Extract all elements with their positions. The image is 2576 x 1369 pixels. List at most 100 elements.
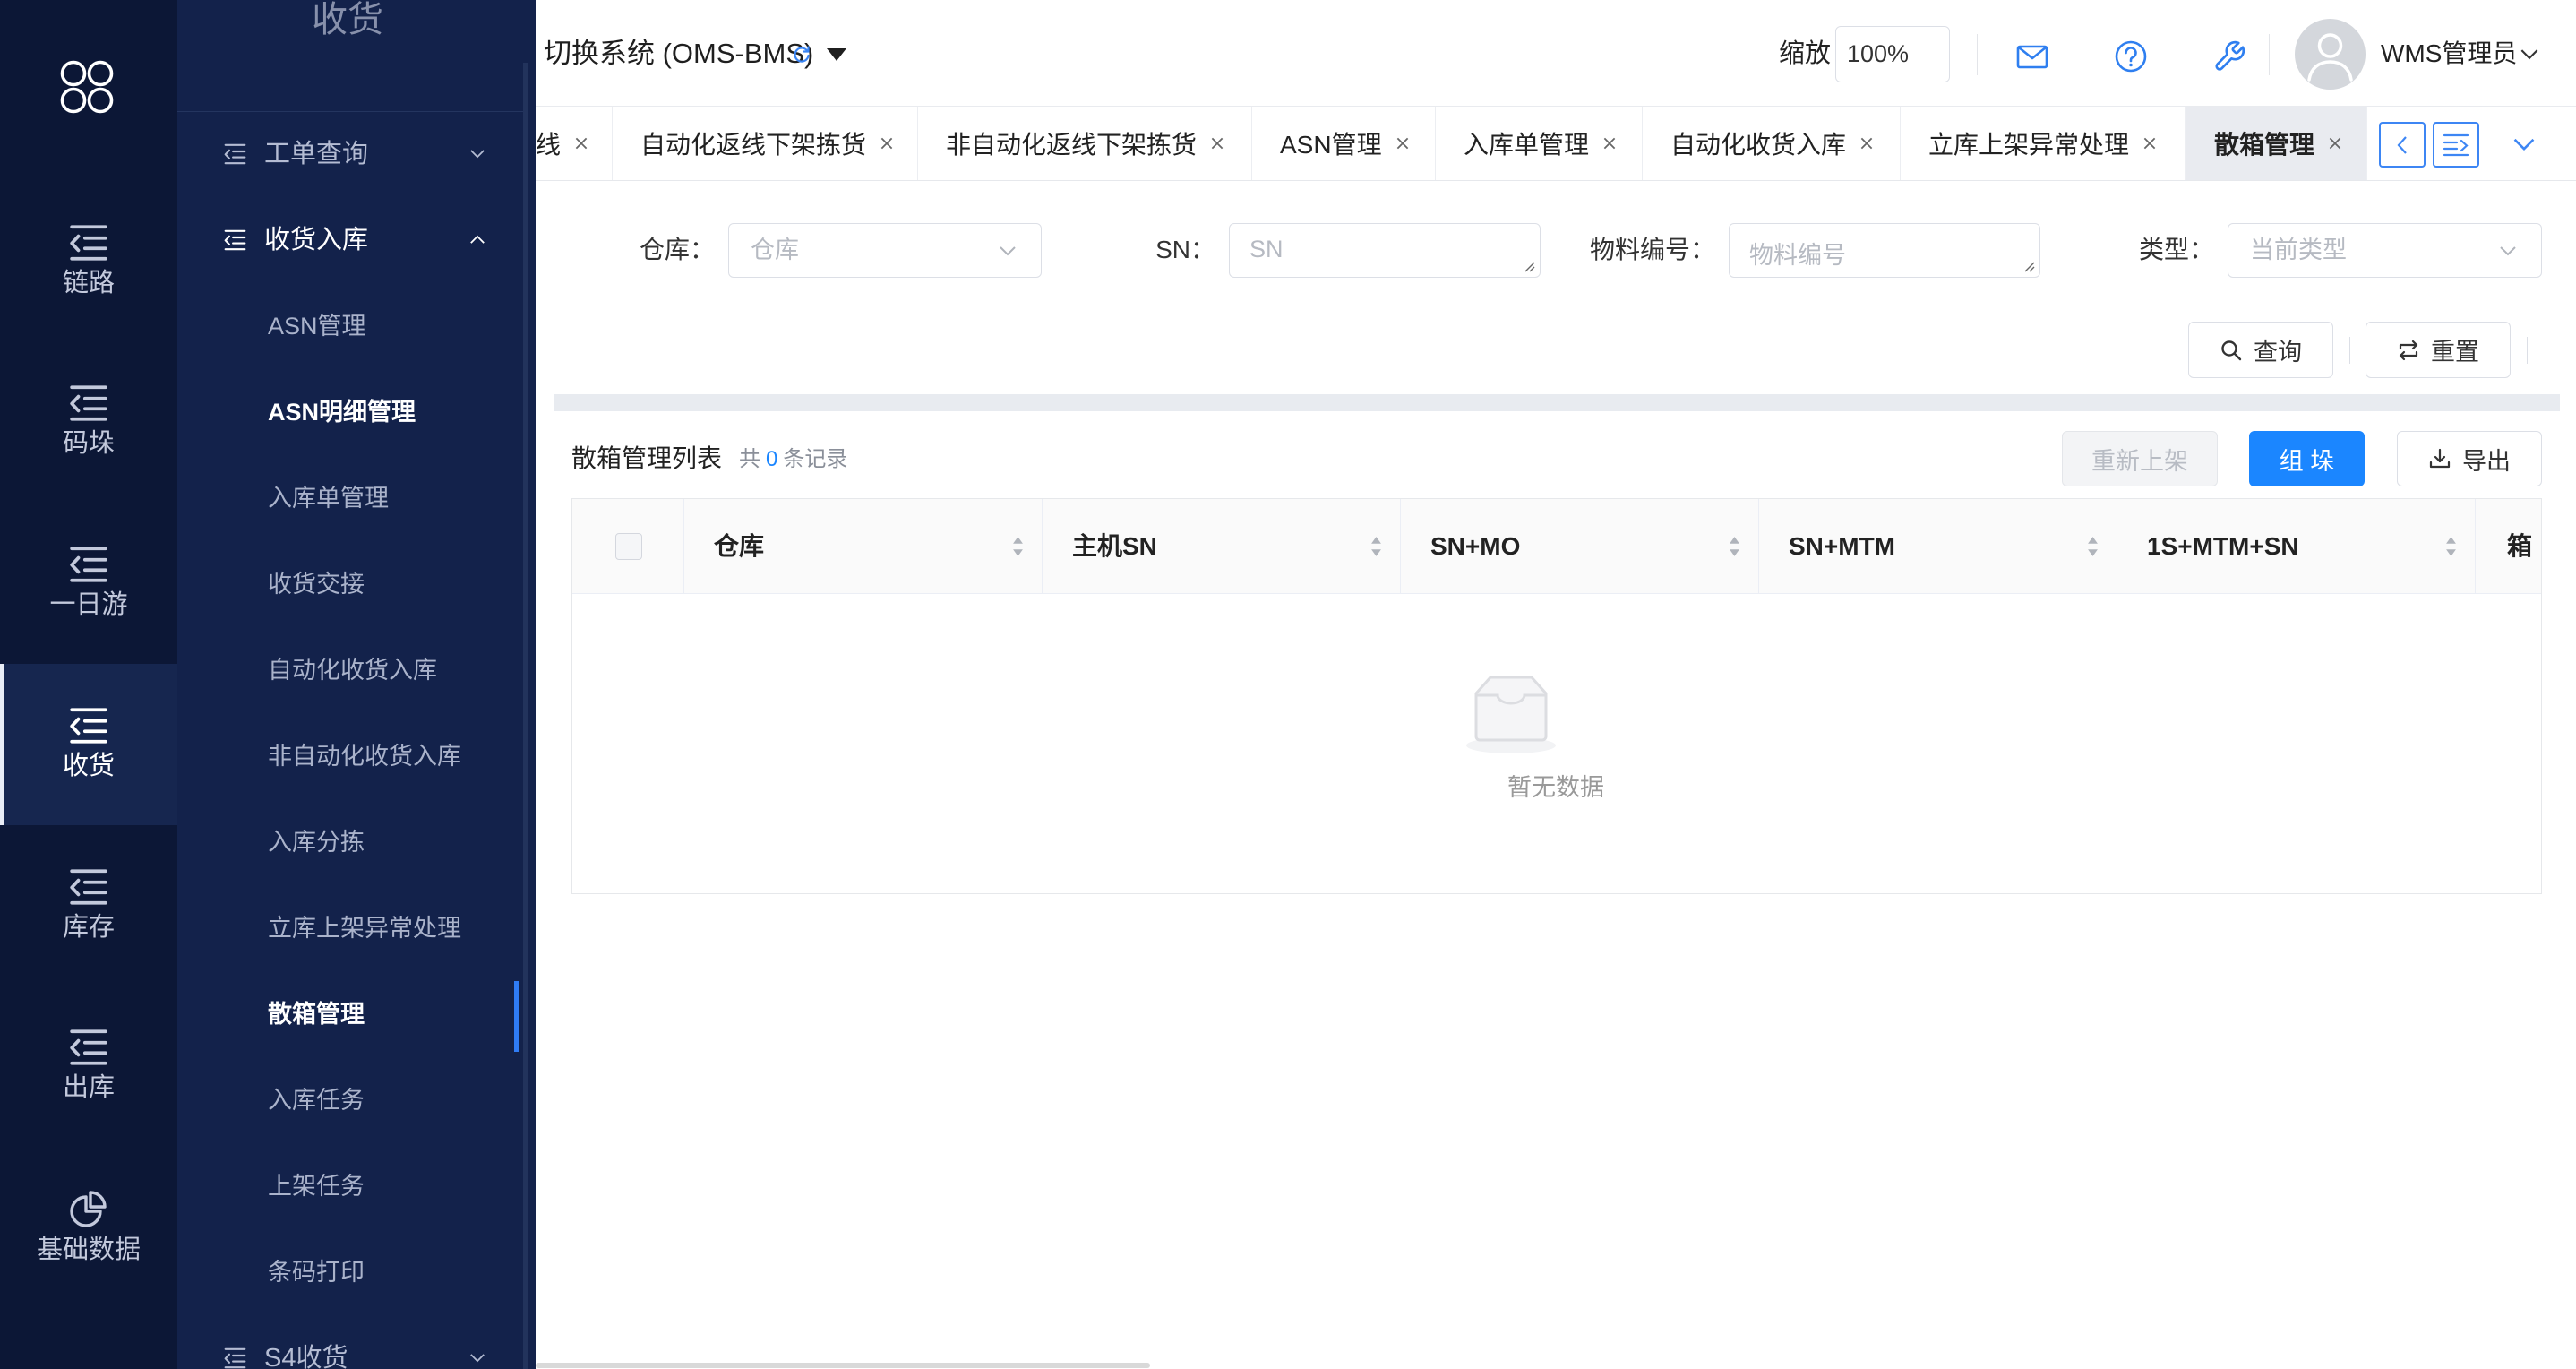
submenu-group-s4-receiving[interactable]: S4收货 [177, 1315, 523, 1369]
submenu-item-barcode-print[interactable]: 条码打印 [177, 1229, 523, 1315]
sort-icon[interactable] [2445, 536, 2457, 557]
tab-auto-return-picking[interactable]: 自动化返线下架拣货 [613, 107, 918, 180]
submenu-item-inbound-order[interactable]: 入库单管理 [177, 455, 523, 541]
export-button[interactable]: 导出 [2397, 431, 2542, 486]
menu-fold-icon [223, 143, 247, 165]
rail-item-master-data[interactable]: 基础数据 [0, 1147, 177, 1308]
refresh-icon[interactable] [792, 45, 811, 65]
reset-button-label: 重置 [2431, 339, 2479, 366]
close-icon[interactable] [1859, 135, 1875, 151]
tab-manual-return-picking[interactable]: 非自动化返线下架拣货 [918, 107, 1252, 180]
close-icon[interactable] [1209, 135, 1225, 151]
rail-item-inventory[interactable]: 库存 [0, 825, 177, 986]
sort-icon[interactable] [1729, 536, 1740, 557]
submenu-item-inbound-sorting[interactable]: 入库分拣 [177, 799, 523, 885]
rail-item-label: 基础数据 [36, 1236, 141, 1264]
chevron-down-icon [2498, 245, 2518, 256]
rail-item-day-trip[interactable]: 一日游 [0, 503, 177, 664]
close-icon[interactable] [1601, 135, 1618, 151]
reset-button[interactable]: 重置 [2366, 322, 2511, 378]
column-title: 1S+MTM+SN [2147, 532, 2299, 560]
sort-icon[interactable] [2087, 536, 2099, 557]
header-divider [2269, 34, 2270, 75]
tab-label: 立库上架异常处理 [1928, 131, 2130, 159]
search-icon [2221, 340, 2242, 360]
swap-icon [2399, 340, 2418, 360]
submenu-group-work-order-query[interactable]: 工单查询 [177, 111, 523, 197]
zoom-input[interactable] [1835, 26, 1950, 82]
close-icon[interactable] [2142, 135, 2158, 151]
submenu-scrollbar[interactable] [523, 63, 528, 1369]
submenu-group-receiving-inbound[interactable]: 收货入库 [177, 197, 523, 283]
table-header-cell[interactable]: 主机SN [1043, 499, 1401, 593]
top-header: 切换系统 (OMS-BMS) 缩放 WMS管理员 [536, 0, 2576, 107]
search-button-label: 查询 [2254, 339, 2302, 366]
sort-icon[interactable] [1012, 536, 1024, 557]
tab-inbound-order[interactable]: 入库单管理 [1436, 107, 1643, 180]
tab-list-button[interactable] [2433, 122, 2479, 168]
reshelve-button[interactable]: 重新上架 [2062, 431, 2218, 486]
rail-item-link[interactable]: 链路 [0, 181, 177, 342]
sort-icon[interactable] [1370, 536, 1382, 557]
palletize-button[interactable]: 组 垛 [2249, 431, 2365, 486]
zoom-label: 缩放 [1779, 39, 1832, 68]
table-header-cell[interactable]: 1S+MTM+SN [2117, 499, 2476, 593]
submenu-item-loose-box[interactable]: 散箱管理 [177, 971, 523, 1057]
mail-icon[interactable] [2015, 39, 2049, 73]
clover-logo-icon[interactable] [59, 59, 115, 115]
submenu-item-asn-detail[interactable]: ASN明细管理 [177, 369, 523, 455]
close-icon[interactable] [1395, 135, 1411, 151]
search-button[interactable]: 查询 [2188, 322, 2333, 378]
close-icon[interactable] [2327, 135, 2343, 151]
chevron-down-icon[interactable] [2512, 137, 2536, 151]
avatar[interactable] [2295, 19, 2366, 90]
table-header-cell[interactable]: 箱 [2476, 499, 2541, 593]
rail-item-receiving[interactable]: 收货 [0, 664, 177, 825]
table-header: 仓库 主机SN SN+MO SN+MTM 1S+MTM+SN 箱 [572, 499, 2541, 594]
caret-down-icon[interactable] [827, 48, 846, 61]
submenu-item-asn[interactable]: ASN管理 [177, 283, 523, 369]
submenu-item-receiving-handover[interactable]: 收货交接 [177, 541, 523, 627]
chevron-down-icon[interactable] [2520, 48, 2539, 60]
submenu-item-shelving-exception[interactable]: 立库上架异常处理 [177, 885, 523, 971]
tab-auto-receiving[interactable]: 自动化收货入库 [1643, 107, 1901, 180]
submenu-item-shelving-task[interactable]: 上架任务 [177, 1143, 523, 1229]
close-icon[interactable] [573, 135, 589, 151]
submenu-group-label: S4收货 [264, 1344, 348, 1369]
type-placeholder: 当前类型 [2250, 237, 2347, 263]
chevron-down-icon [469, 1353, 485, 1363]
rail-item-outbound[interactable]: 出库 [0, 986, 177, 1147]
table-header-cell[interactable]: SN+MTM [1759, 499, 2117, 593]
warehouse-select[interactable]: 仓库 [728, 223, 1042, 278]
material-code-input[interactable] [1729, 223, 2040, 278]
submenu-item-manual-receiving[interactable]: 非自动化收货入库 [177, 713, 523, 799]
tab-label: 非自动化返线下架拣货 [946, 131, 1198, 159]
select-all-checkbox[interactable] [615, 533, 642, 560]
record-count-prefix: 共 [739, 447, 760, 471]
column-title: 箱 [2507, 532, 2533, 560]
table-header-cell[interactable]: 仓库 [684, 499, 1043, 593]
rail-item-palletize[interactable]: 码垛 [0, 341, 177, 503]
rail-item-label: 库存 [62, 913, 115, 942]
menu-fold-icon [68, 707, 109, 745]
header-divider [1977, 34, 1978, 75]
submenu-item-auto-receiving[interactable]: 自动化收货入库 [177, 627, 523, 713]
horizontal-scrollbar[interactable] [536, 1363, 1150, 1368]
table-header-cell[interactable]: SN+MO [1401, 499, 1759, 593]
system-switch[interactable]: 切换系统 (OMS-BMS) [544, 34, 813, 73]
tab-asn[interactable]: ASN管理 [1252, 107, 1436, 180]
wrench-icon[interactable] [2212, 39, 2246, 73]
help-icon[interactable] [2114, 39, 2148, 73]
close-icon[interactable] [879, 135, 895, 151]
menu-fold-icon [68, 1029, 109, 1066]
rail-item-label: 一日游 [49, 590, 128, 619]
user-name[interactable]: WMS管理员 [2381, 36, 2517, 72]
sn-input[interactable] [1229, 223, 1541, 278]
type-select[interactable]: 当前类型 [2228, 223, 2542, 278]
tab-loose-box[interactable]: 散箱管理 [2186, 107, 2367, 180]
tab-scroll-left-button[interactable] [2379, 122, 2426, 168]
submenu-item-inbound-task[interactable]: 入库任务 [177, 1057, 523, 1143]
menu-fold-icon [68, 868, 109, 906]
tab-return-line[interactable]: 线 [536, 107, 613, 180]
tab-shelving-exception[interactable]: 立库上架异常处理 [1901, 107, 2186, 180]
